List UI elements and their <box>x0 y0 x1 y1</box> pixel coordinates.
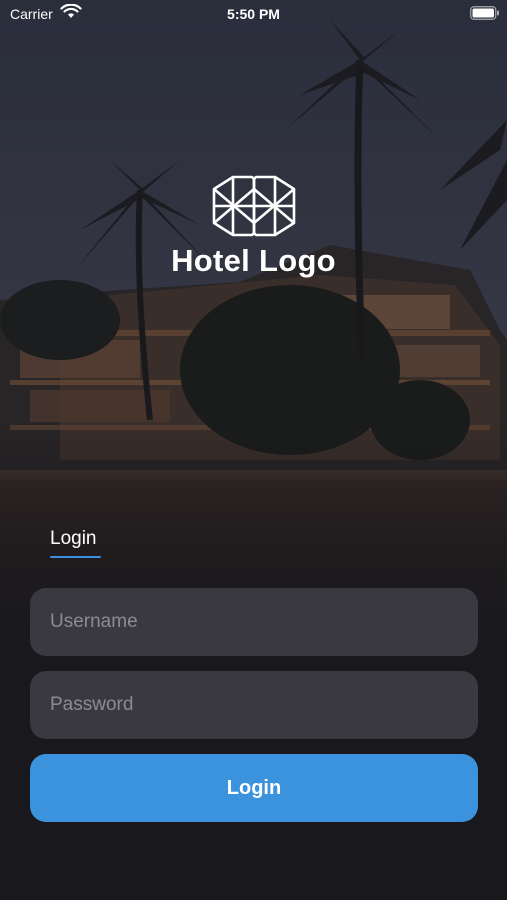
login-button[interactable]: Login <box>30 754 478 822</box>
battery-icon <box>470 6 499 20</box>
tab-active-indicator <box>50 556 101 558</box>
username-input[interactable] <box>30 588 478 656</box>
tab-login[interactable]: Login <box>50 528 97 550</box>
status-bar: Carrier 5:50 PM <box>0 0 507 28</box>
hotel-logo-text: Hotel Logo <box>171 243 336 278</box>
password-input[interactable] <box>30 671 478 739</box>
hotel-logo: Hotel Logo <box>0 175 507 279</box>
hexagon-lattice-logo-icon <box>212 175 295 237</box>
status-time: 5:50 PM <box>227 6 280 22</box>
